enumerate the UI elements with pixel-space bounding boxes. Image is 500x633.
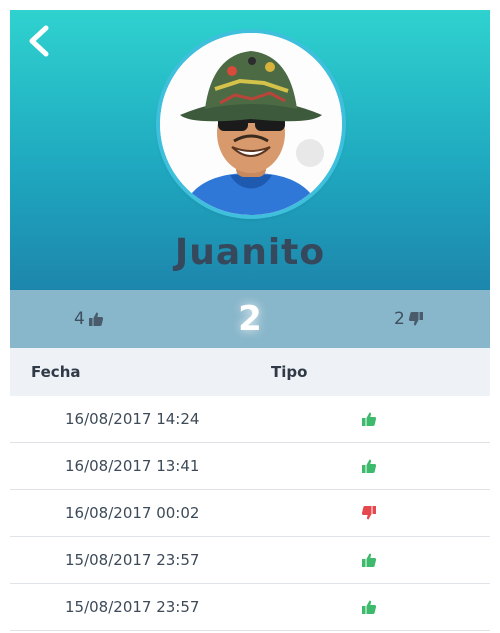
- back-button[interactable]: [24, 24, 54, 58]
- row-date: 15/08/2017 23:57: [65, 551, 200, 569]
- table-header: Fecha Tipo: [10, 348, 490, 397]
- likes-count: 4: [74, 290, 104, 348]
- row-date: 16/08/2017 00:02: [65, 504, 200, 522]
- thumbs-up-icon: [362, 600, 377, 614]
- table-row: 16/08/2017 14:24: [10, 396, 490, 443]
- chevron-left-icon: [29, 25, 49, 57]
- likes-value: 4: [74, 309, 85, 329]
- thumbs-down-icon: [361, 506, 376, 520]
- table-row: 15/08/2017 23:57: [10, 537, 490, 584]
- thumbs-down-icon: [408, 312, 423, 326]
- username: Juanito: [174, 232, 326, 273]
- table-row: 16/08/2017 13:41: [10, 443, 490, 490]
- thumbs-up-icon: [362, 553, 377, 567]
- row-date: 15/08/2017 23:57: [65, 598, 200, 616]
- votes-table: 16/08/2017 14:24 16/08/2017 13:41 16/08/20…: [10, 396, 490, 631]
- thumbs-up-icon: [362, 459, 377, 473]
- column-header-tipo: Tipo: [271, 363, 308, 381]
- profile-header: Juanito: [10, 10, 490, 290]
- dislikes-count: 2: [394, 290, 424, 348]
- column-header-fecha: Fecha: [31, 363, 81, 381]
- dislikes-value: 2: [394, 309, 405, 329]
- table-row: 16/08/2017 00:02: [10, 490, 490, 537]
- table-row: 15/08/2017 23:57: [10, 584, 490, 631]
- avatar-image: [160, 33, 342, 215]
- row-date: 16/08/2017 14:24: [65, 410, 200, 428]
- score-bar: 4 2 2: [10, 290, 490, 348]
- avatar: [160, 33, 342, 215]
- row-date: 16/08/2017 13:41: [65, 457, 200, 475]
- thumbs-up-icon: [88, 312, 103, 326]
- thumbs-up-icon: [362, 412, 377, 426]
- app-window: Juanito 4 2 2 Fecha Tipo 16/08/2017 14:2…: [10, 10, 490, 633]
